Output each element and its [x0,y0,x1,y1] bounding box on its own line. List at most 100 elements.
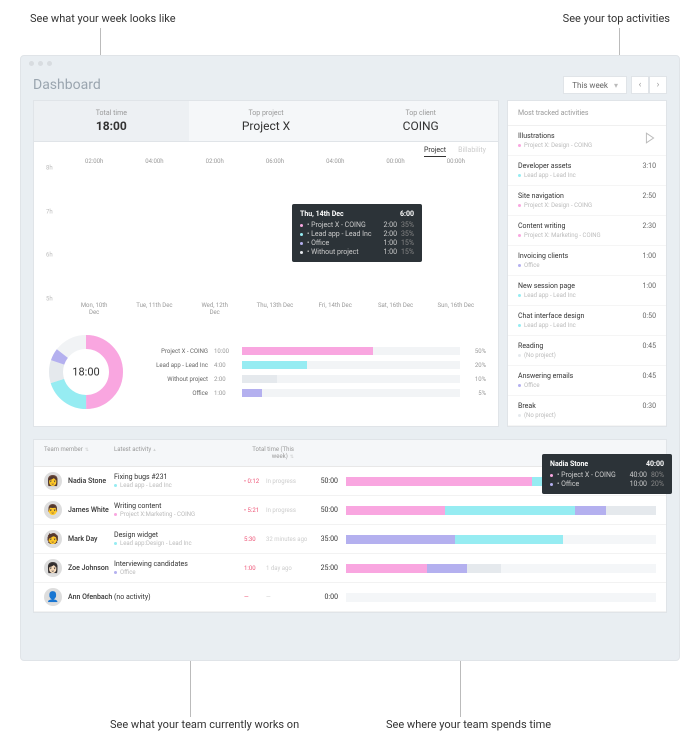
total-time: 0:00 [316,593,346,601]
status: In progress [266,478,316,485]
bar-label: 04:00h [145,158,163,165]
activity-row[interactable]: Break(No project)0:30 [508,396,666,426]
activity-row[interactable]: Chat interface designLead app - Lead Inc… [508,306,666,336]
team-tooltip: Nadia Stone40:00• Project X - COING40:00… [542,454,672,494]
time-bar [346,593,656,602]
range-select[interactable]: This week ▾ [563,76,627,94]
window-titlebar [21,56,679,70]
summary-card: Total time 18:00 Top project Project X T… [33,100,499,427]
bar-chart: Project Billability 8h7h6h5h02:00h04:00h… [34,142,498,322]
x-label: Thu, 13th Dec [256,302,294,316]
team-row[interactable]: 👩🏻Zoe JohnsonInterviewing candidatesOffi… [34,554,666,583]
bar-label: 02:00h [85,158,103,165]
activity-time: 0:45 [643,372,657,380]
update-time: 5:30 [244,536,266,543]
status: In progress [266,507,316,514]
activity-title: Fixing bugs #231 [114,473,244,481]
donut-chart: 18:00 [46,332,126,412]
activity-time: 0:30 [643,402,657,410]
summary-client-label: Top client [351,109,490,117]
col-time[interactable]: Total time (This week) [252,446,294,460]
prev-button[interactable]: ‹ [631,76,649,94]
bar-column[interactable]: 06:00h [256,168,294,300]
callout-week: See what your week looks like [30,12,176,25]
activity-title: Writing content [114,502,244,510]
y-label: 6h [46,252,53,259]
callout-team-works: See what your team currently works on [110,718,299,731]
activity-title: (no activity) [114,593,244,601]
avatar: 👩 [44,472,62,490]
x-label: Fri, 14th Dec [316,302,354,316]
window-dot [29,61,34,66]
total-time: 50:00 [316,506,346,514]
breakdown-row: Without project2:0010% [138,375,486,383]
next-button[interactable]: › [649,76,667,94]
member-name: Mark Day [68,535,114,543]
activity-time: 2:50 [643,192,657,200]
summary-total-label: Total time [42,109,181,117]
summary-total-value: 18:00 [42,119,181,133]
update-time: 1:00 [244,565,266,572]
donut-center: 18:00 [72,366,99,379]
bar-column[interactable]: 00:00h [437,168,475,300]
update-time: • 5:21 [244,507,266,514]
activity-time: 0:45 [643,342,657,350]
activity-row[interactable]: Content writingProject X: Marketing - CO… [508,216,666,246]
time-bar [346,535,656,544]
activity-title: Interviewing candidates [114,560,244,568]
tab-billability[interactable]: Billability [458,146,486,157]
member-name: Nadia Stone [68,477,114,485]
window-dot [38,61,43,66]
status: 32 minutes ago [266,536,316,543]
team-row[interactable]: 👨James WhiteWriting contentProject X:Mar… [34,496,666,525]
activity-row[interactable]: Reading(No project)0:45 [508,336,666,366]
summary-client-value: COING [351,119,490,133]
bar-column[interactable]: 02:00h [75,168,113,300]
breakdown-list: Project X - COING10:0050% Lead app - Lead… [138,332,486,412]
window-dot [47,61,52,66]
chart-tooltip: Thu, 14th Dec6:00• Project X - COING2:00… [292,204,422,262]
activity-row[interactable]: New session pageLead app - Lead Inc1:00 [508,276,666,306]
sort-icon: ⇅ [290,454,294,460]
avatar: 🧑 [44,530,62,548]
tab-project[interactable]: Project [424,146,446,157]
bar-label: 00:00h [386,158,404,165]
bar-column[interactable]: 02:00h [196,168,234,300]
breakdown-row: Lead app - Lead Inc4:0020% [138,361,486,369]
x-label: Sun, 16th Dec [437,302,475,316]
activity-time: 1:00 [643,282,657,290]
update-time: • 0:12 [244,478,266,485]
team-row[interactable]: 👤Ann Ofenbach(no activity)——0:00 [34,583,666,612]
col-member[interactable]: Team member [44,446,83,453]
activity-row[interactable]: Invoicing clientsOffice1:00 [508,246,666,276]
time-bar [346,506,656,515]
activity-row[interactable]: Site navigationProject X: Design - COING… [508,186,666,216]
update-time: — [244,594,266,601]
chart-x-axis: Mon, 10th DecTue, 11th DecWed, 12th DecT… [64,302,486,316]
activity-time: 3:10 [643,162,657,170]
col-activity[interactable]: Latest activity [114,446,151,453]
play-icon[interactable] [644,132,656,147]
breakdown-row: Project X - COING10:0050% [138,347,486,355]
summary-project: Top project Project X [189,101,344,141]
y-label: 7h [46,208,53,215]
sort-icon: ▴ [153,447,156,453]
x-label: Wed, 12th Dec [196,302,234,316]
activity-title: Design widget [114,531,244,539]
team-row[interactable]: 🧑Mark DayDesign widgetLead app:Design - … [34,525,666,554]
activities-panel: Most tracked activities IllustrationsPro… [507,100,667,427]
status: 1 day ago [266,565,316,572]
chart-tabs: Project Billability [424,146,486,157]
activity-row[interactable]: Developer assetsLead app - Lead Inc3:10 [508,156,666,186]
app-window: Dashboard This week ▾ ‹ › Total time 18:… [20,55,680,661]
page-title: Dashboard [33,77,563,93]
bar-label: 06:00h [266,158,284,165]
activity-row[interactable]: Answering emailsOffice0:45 [508,366,666,396]
range-label: This week [572,81,608,90]
team-card: Team member⇅ Latest activity▴ Total time… [33,439,667,613]
activity-row[interactable]: IllustrationsProject X: Design - COING [508,126,666,156]
x-label: Tue, 11th Dec [135,302,173,316]
sort-icon: ⇅ [85,447,89,453]
bar-column[interactable]: 04:00h [135,168,173,300]
avatar: 👩🏻 [44,559,62,577]
